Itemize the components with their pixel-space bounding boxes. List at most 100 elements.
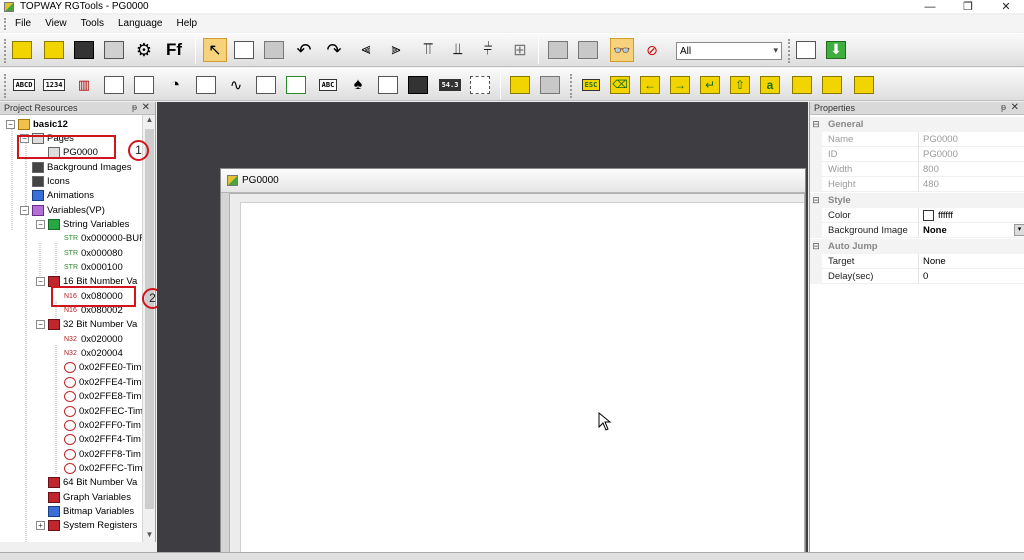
tree-item[interactable]: Background Images xyxy=(32,160,132,174)
category-style[interactable]: ⊟ Style xyxy=(810,193,1024,208)
bring-front-button[interactable] xyxy=(546,38,570,62)
tree-item[interactable]: 0x02FFE8-Tim xyxy=(64,390,141,404)
tree-item[interactable]: 0x02FFEC-Tim xyxy=(64,404,143,418)
tree-item[interactable]: 0x02FFE4-Tim xyxy=(64,375,141,389)
tree-item[interactable]: 0x02FFE0-Tim xyxy=(64,361,141,375)
settings-button[interactable]: ⚙ xyxy=(132,38,156,62)
region-widget-button[interactable] xyxy=(468,73,492,97)
symbol-widget-button[interactable]: ♠ xyxy=(346,73,370,97)
scroll-thumb[interactable] xyxy=(145,129,154,509)
menu-help[interactable]: Help xyxy=(169,18,204,29)
distribute-button[interactable]: ⫩ xyxy=(476,38,500,62)
collapse-icon[interactable]: ⊟ xyxy=(810,195,822,206)
scroll-down-icon[interactable]: ▼ xyxy=(143,530,156,542)
align-top-button[interactable]: ⫪ xyxy=(416,38,440,62)
page-editor-titlebar[interactable]: PG0000 xyxy=(221,169,805,193)
close-icon[interactable]: ✕ xyxy=(142,102,150,113)
open-project-button[interactable] xyxy=(42,38,66,62)
close-icon[interactable]: ✕ xyxy=(1011,102,1019,113)
menu-file[interactable]: File xyxy=(8,18,38,29)
collapse-icon[interactable]: ⊟ xyxy=(810,119,822,130)
copy-button[interactable] xyxy=(232,38,256,62)
toolbar-grip[interactable] xyxy=(788,39,791,63)
tree-expander-icon[interactable]: − xyxy=(36,320,45,330)
category-auto-jump[interactable]: ⊟ Auto Jump xyxy=(810,239,1024,254)
toolbar-grip[interactable] xyxy=(570,74,573,98)
redo-button[interactable]: ↷ xyxy=(322,38,346,62)
tree-item[interactable]: String Variables xyxy=(48,217,129,231)
align-bottom-button[interactable]: ⫫ xyxy=(446,38,470,62)
tree-item[interactable]: basic12 xyxy=(18,117,68,131)
export-button[interactable] xyxy=(794,38,818,62)
pin-icon[interactable]: ᵽ xyxy=(1001,102,1006,112)
tree-item[interactable]: System Registers xyxy=(48,519,137,533)
tree-expander-icon[interactable]: − xyxy=(36,219,45,229)
tree-item[interactable]: Animations xyxy=(32,189,94,203)
tree-expander-icon[interactable]: + xyxy=(36,521,45,531)
char-key-button[interactable]: a xyxy=(758,73,782,97)
center-button[interactable]: ⊞ xyxy=(508,38,532,62)
build-button[interactable] xyxy=(102,38,126,62)
tree-item[interactable]: N32 0x020000 xyxy=(64,332,123,346)
menu-view[interactable]: View xyxy=(38,18,74,29)
dial-widget-button[interactable]: ◔ xyxy=(163,73,187,97)
tree-item[interactable]: 0x02FFFC-Tim xyxy=(64,461,143,475)
rtc-widget-button[interactable]: 54.3 xyxy=(436,73,464,97)
numpad-button[interactable] xyxy=(820,73,844,97)
tree-expander-icon[interactable]: − xyxy=(6,119,15,129)
filter-combo[interactable]: All ▾ xyxy=(676,42,782,60)
barcode-widget-button[interactable]: ▥ xyxy=(72,73,96,97)
font-button[interactable]: Ff xyxy=(162,38,186,62)
left-key-button[interactable]: ← xyxy=(638,73,662,97)
tree-item[interactable]: 0x02FFF8-Tim xyxy=(64,447,141,461)
graph-widget-button[interactable]: ∿ xyxy=(224,73,248,97)
right-key-button[interactable]: → xyxy=(668,73,692,97)
menu-tools[interactable]: Tools xyxy=(74,18,111,29)
tree-item[interactable]: Icons xyxy=(32,174,70,188)
gauge-widget-button[interactable] xyxy=(102,73,126,97)
no-preview-button[interactable]: ⊘ xyxy=(640,38,664,62)
collapse-icon[interactable]: ⊟ xyxy=(810,241,822,252)
icon-widget-button[interactable] xyxy=(132,73,156,97)
toolbar-grip[interactable] xyxy=(4,39,7,63)
tree-item[interactable]: 64 Bit Number Va xyxy=(48,476,137,490)
undo-button[interactable]: ↶ xyxy=(292,38,316,62)
qr-widget-button[interactable] xyxy=(284,73,308,97)
tree-scrollbar[interactable]: ▲ ▼ xyxy=(142,115,155,542)
number-widget-button[interactable]: 1234 xyxy=(40,73,68,97)
new-project-button[interactable] xyxy=(10,38,34,62)
select-tool-button[interactable]: ↖ xyxy=(203,38,227,62)
slider-widget-button[interactable] xyxy=(254,73,278,97)
tree-item[interactable]: Graph Variables xyxy=(48,490,131,504)
keypad-button[interactable] xyxy=(538,73,562,97)
color-swatch[interactable] xyxy=(923,209,934,221)
align-left-button[interactable]: ⫷ xyxy=(354,38,378,62)
bars-widget-button[interactable] xyxy=(194,73,218,97)
send-back-button[interactable] xyxy=(576,38,600,62)
minimize-button[interactable]: — xyxy=(912,0,948,13)
tree-item[interactable]: STR 0x000080 xyxy=(64,246,123,260)
paste-button[interactable] xyxy=(262,38,286,62)
pin-icon[interactable]: ᵽ xyxy=(132,102,137,112)
tree-item[interactable]: 0x02FFF0-Tim xyxy=(64,418,141,432)
menu-language[interactable]: Language xyxy=(111,18,170,29)
category-general[interactable]: ⊟ General xyxy=(810,117,1024,132)
prop-row-delay[interactable]: Delay(sec) 0 xyxy=(810,268,1024,284)
scroll-up-icon[interactable]: ▲ xyxy=(143,115,156,127)
download-button[interactable]: ⬇ xyxy=(824,38,848,62)
tree-item[interactable]: N32 0x020004 xyxy=(64,347,123,361)
clock-widget-button[interactable] xyxy=(406,73,430,97)
tree-item[interactable]: STR 0x000000-BUF xyxy=(64,232,145,246)
align-right-button[interactable]: ⫸ xyxy=(384,38,408,62)
animation-widget-button[interactable] xyxy=(376,73,400,97)
save-button[interactable] xyxy=(72,38,96,62)
tree-item[interactable]: STR 0x000100 xyxy=(64,261,123,275)
tree-item[interactable]: Variables(VP) xyxy=(32,203,105,217)
prop-row-target[interactable]: Target None xyxy=(810,253,1024,269)
touch-key-button[interactable] xyxy=(508,73,532,97)
esc-key-button[interactable]: ESC xyxy=(578,73,604,97)
prop-row-color[interactable]: Color ffffff xyxy=(810,207,1024,223)
tree-item[interactable]: Bitmap Variables xyxy=(48,504,134,518)
tree-expander-icon[interactable]: − xyxy=(36,277,45,287)
page-canvas[interactable] xyxy=(240,202,804,560)
